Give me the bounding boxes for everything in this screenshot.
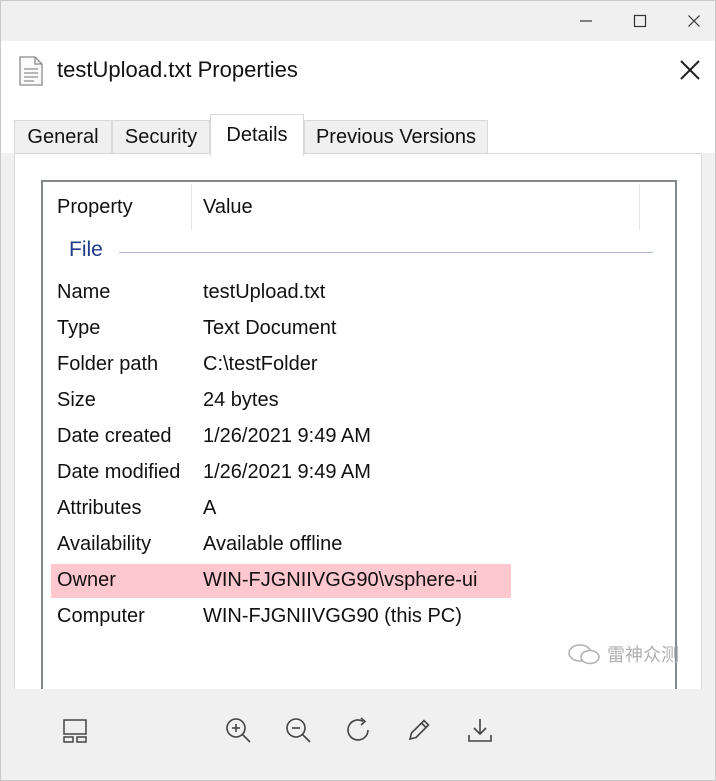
list-item[interactable]: Date created 1/26/2021 9:49 AM [51,420,511,454]
list-item[interactable]: Type Text Document [51,312,511,346]
close-icon [688,15,700,27]
list-item[interactable]: Size 24 bytes [51,384,511,418]
watermark-text: 雷神众测 [607,645,679,665]
list-item[interactable]: Folder path C:\testFolder [51,348,511,382]
list-item-owner-highlighted[interactable]: Owner WIN-FJGNIIVGG90\vsphere-ui [51,564,511,598]
download-button[interactable] [463,713,497,747]
edit-button[interactable] [402,713,436,747]
tab-general[interactable]: General [14,120,112,154]
properties-window: testUpload.txt Properties General Securi… [0,0,716,781]
bottom-toolbar [1,689,715,780]
edit-pencil-icon [408,719,430,741]
property-name: Type [57,317,101,339]
property-value: testUpload.txt [203,281,326,303]
property-value: Available offline [203,533,343,555]
property-value: WIN-FJGNIIVGG90\vsphere-ui [203,569,478,591]
list-item[interactable]: Availability Available offline [51,528,511,562]
dialog-header: testUpload.txt Properties [1,41,715,103]
download-icon [468,719,492,742]
dialog-title: testUpload.txt Properties [57,57,298,82]
tab-details[interactable]: Details [210,114,304,156]
property-value: Text Document [203,317,337,339]
column-value[interactable]: Value [203,196,253,219]
minimize-button[interactable] [563,1,609,41]
maximize-icon [633,14,647,28]
details-list[interactable]: Property Value File Name testUpload.txt … [41,180,677,700]
column-property[interactable]: Property [57,196,133,219]
tab-previous-versions[interactable]: Previous Versions [304,120,488,154]
property-name: Folder path [57,353,159,375]
group-divider [119,252,653,253]
wechat-icon [568,644,600,665]
tab-security[interactable]: Security [112,120,210,154]
list-item[interactable]: Attributes A [51,492,511,526]
column-divider[interactable] [191,184,192,230]
property-name: Size [57,389,96,411]
property-value: 24 bytes [203,389,279,411]
column-divider[interactable] [639,184,640,230]
property-name: Date modified [57,461,181,483]
property-value: 1/26/2021 9:49 AM [203,425,371,447]
list-item[interactable]: Computer WIN-FJGNIIVGG90 (this PC) [51,600,511,634]
column-header: Property Value [43,182,675,232]
property-value: C:\testFolder [203,353,318,375]
property-value: A [203,497,217,519]
dialog-close-icon[interactable] [675,55,705,85]
zoom-in-icon [226,718,251,743]
layout-icon [63,719,87,743]
property-name: Name [57,281,111,303]
tab-strip: General Security Details Previous Versio… [1,103,715,156]
details-panel: Property Value File Name testUpload.txt … [14,153,702,700]
property-name: Availability [57,533,152,555]
window-close-button[interactable] [671,1,715,41]
rotate-button[interactable] [342,713,376,747]
list-item[interactable]: Date modified 1/26/2021 9:49 AM [51,456,511,490]
layout-button[interactable] [58,713,92,747]
rotate-icon [347,717,369,741]
group-label-file[interactable]: File [69,238,111,262]
maximize-button[interactable] [617,1,663,41]
property-value: WIN-FJGNIIVGG90 (this PC) [203,605,462,627]
property-value: 1/26/2021 9:49 AM [203,461,371,483]
property-name: Owner [57,569,116,591]
zoom-in-button[interactable] [221,713,255,747]
property-name: Attributes [57,497,142,519]
zoom-out-button[interactable] [281,713,315,747]
property-name: Computer [57,605,145,627]
minimize-icon [580,20,592,22]
file-text-icon [19,56,43,86]
zoom-out-icon [286,718,311,743]
list-item[interactable]: Name testUpload.txt [51,276,511,310]
watermark: 雷神众测 [567,641,679,667]
property-name: Date created [57,425,172,447]
title-bar [1,1,715,41]
